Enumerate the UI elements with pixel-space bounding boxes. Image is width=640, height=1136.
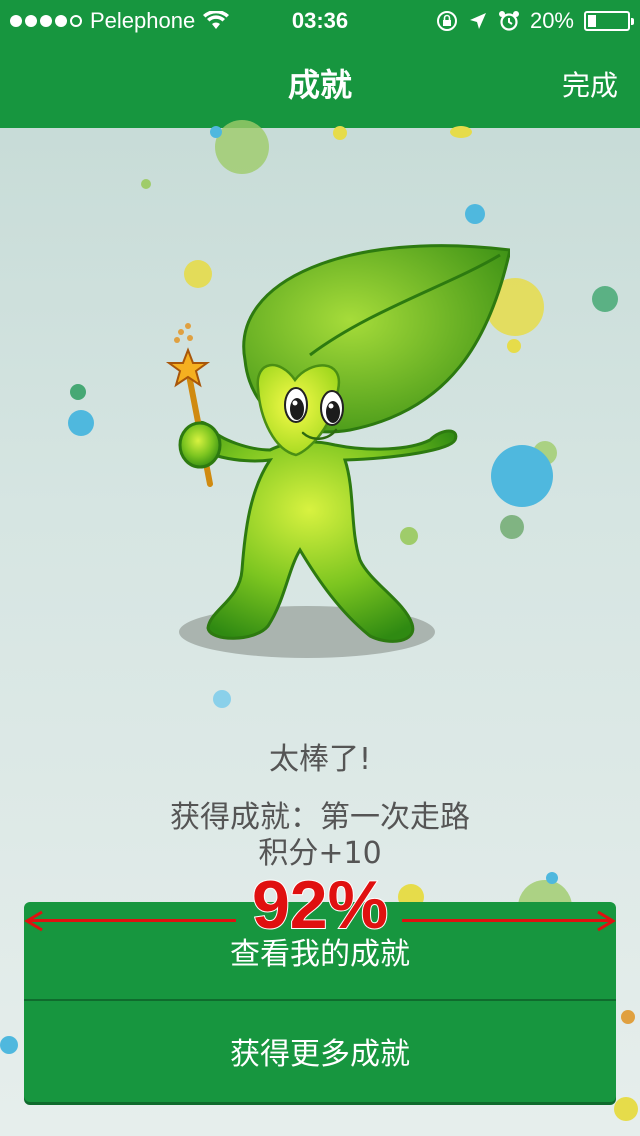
decor-bubble: [210, 126, 222, 138]
battery-percent: 20%: [529, 8, 574, 33]
get-more-achievements-button[interactable]: 获得更多成就: [24, 1001, 616, 1100]
headline-text: 太棒了!: [268, 742, 372, 777]
done-button[interactable]: 完成: [562, 64, 618, 104]
decor-bubble: [0, 1036, 18, 1054]
decor-bubble: [450, 126, 472, 138]
decor-bubble: [621, 1010, 635, 1024]
rotation-lock-icon: [436, 11, 457, 31]
decor-bubble: [592, 286, 618, 312]
battery-fill: [588, 15, 596, 27]
nav-bar: 成就 完成: [0, 40, 640, 128]
location-icon: [469, 13, 486, 29]
decor-bubble: [70, 384, 86, 400]
decor-bubble: [465, 204, 485, 224]
decor-bubble: [213, 690, 231, 708]
decor-bubble: [215, 120, 269, 174]
alarm-icon: [498, 11, 519, 31]
decor-bubble: [614, 1097, 638, 1121]
overlay-percentage: 92%: [251, 866, 389, 944]
decor-bubble: [141, 179, 151, 189]
decor-bubble: [333, 126, 347, 140]
battery-icon: [584, 11, 634, 31]
status-bar: Pelephone 03:36 20%: [0, 0, 640, 40]
page-title: 成就: [287, 66, 352, 104]
decor-bubble: [68, 410, 94, 436]
status-right: 20%: [436, 8, 634, 34]
leaf-mascot-illustration: [165, 244, 510, 658]
